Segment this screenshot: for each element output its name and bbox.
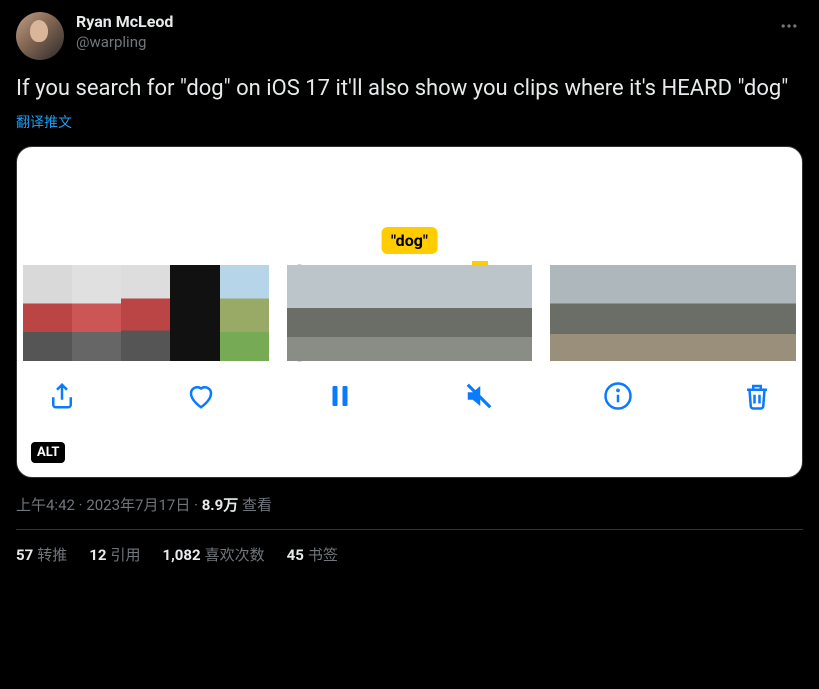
clip-group[interactable]	[287, 265, 533, 361]
pause-button[interactable]	[325, 381, 355, 415]
mute-icon	[464, 381, 494, 411]
clip-group[interactable]	[23, 265, 269, 361]
pause-icon	[325, 381, 355, 411]
thumbnail[interactable]	[714, 265, 755, 361]
meta-time: 上午4:42	[16, 496, 75, 514]
tweet-meta[interactable]: 上午4:42 · 2023年7月17日 · 8.9万 查看	[16, 494, 803, 515]
thumbnail[interactable]	[72, 265, 121, 361]
thumbnail[interactable]	[23, 265, 72, 361]
like-button[interactable]	[186, 381, 216, 415]
share-icon	[47, 381, 77, 411]
thumbnail[interactable]	[170, 265, 219, 361]
mute-button[interactable]	[464, 381, 494, 415]
heart-icon	[186, 381, 216, 411]
thumbnail[interactable]	[348, 265, 409, 361]
handle: @warpling	[76, 33, 775, 51]
info-icon	[603, 381, 633, 411]
thumbnail[interactable]	[410, 265, 471, 361]
stat-bookmarks[interactable]: 45书签	[287, 544, 338, 565]
thumbnail[interactable]	[471, 265, 532, 361]
tweet-text: If you search for "dog" on iOS 17 it'll …	[16, 74, 803, 104]
clip-group[interactable]	[550, 265, 796, 361]
thumbnail[interactable]	[591, 265, 632, 361]
trash-icon	[742, 381, 772, 411]
thumbnail[interactable]	[121, 265, 170, 361]
info-button[interactable]	[603, 381, 633, 415]
meta-views-label: 查看	[238, 496, 272, 514]
player-controls	[17, 361, 802, 415]
avatar[interactable]	[16, 12, 64, 60]
media-top: "dog"	[17, 147, 802, 265]
delete-button[interactable]	[742, 381, 772, 415]
meta-views-count: 8.9万	[202, 496, 239, 514]
ellipsis-icon	[779, 16, 799, 36]
search-term-badge: "dog"	[381, 227, 438, 254]
stat-likes[interactable]: 1,082喜欢次数	[162, 544, 264, 565]
thumbnail[interactable]	[550, 265, 591, 361]
thumbnail[interactable]	[755, 265, 796, 361]
tweet-stats: 57转推 12引用 1,082喜欢次数 45书签	[16, 530, 803, 565]
alt-badge[interactable]: ALT	[31, 442, 65, 463]
tweet-header: Ryan McLeod @warpling	[16, 12, 803, 60]
thumbnail[interactable]	[673, 265, 714, 361]
meta-date: 2023年7月17日	[86, 496, 190, 514]
stat-retweets[interactable]: 57转推	[16, 544, 67, 565]
thumbnail[interactable]	[632, 265, 673, 361]
stat-quotes[interactable]: 12引用	[89, 544, 140, 565]
share-button[interactable]	[47, 381, 77, 415]
display-name: Ryan McLeod	[76, 12, 775, 31]
more-button[interactable]	[775, 12, 803, 44]
timeline-strip[interactable]	[17, 265, 802, 361]
media-card[interactable]: "dog"	[16, 146, 803, 478]
tweet-container: Ryan McLeod @warpling If you search for …	[0, 0, 819, 565]
thumbnail[interactable]	[287, 265, 348, 361]
author-block[interactable]: Ryan McLeod @warpling	[76, 12, 775, 51]
translate-link[interactable]: 翻译推文	[16, 112, 803, 132]
thumbnail[interactable]	[220, 265, 269, 361]
